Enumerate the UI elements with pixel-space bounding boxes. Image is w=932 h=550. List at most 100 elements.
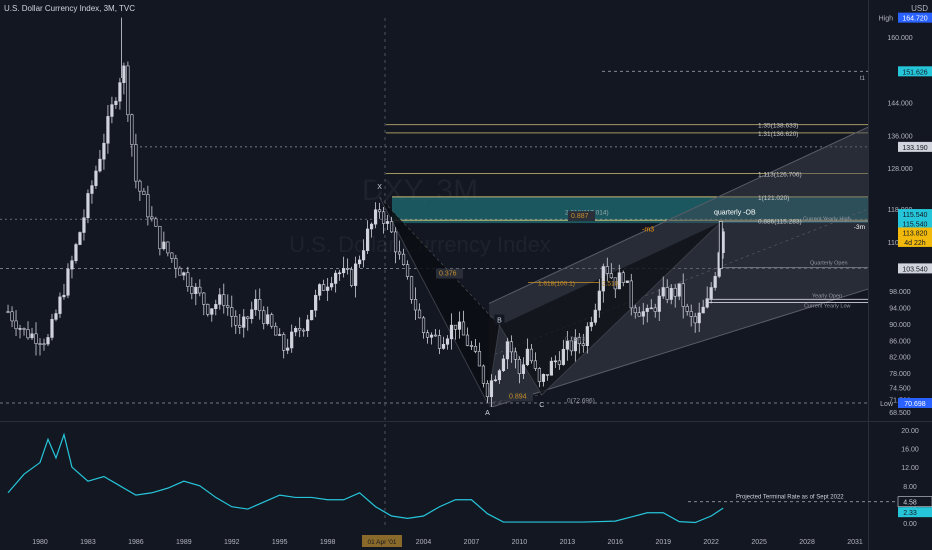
candle-body [433,334,438,337]
candle-body [118,82,122,102]
candle-body [66,268,70,296]
candle-body [158,225,162,250]
price-tick-label: 128.000 [887,166,912,173]
candle-body [106,116,110,144]
pattern-point-b: B [497,318,502,325]
candle-body [401,253,406,265]
candle [50,313,54,341]
time-tick-label: 2013 [560,539,576,546]
time-tick-label: 1995 [272,539,288,546]
candle [385,215,390,230]
candle-body [350,269,354,286]
candle-body [250,309,254,320]
candle-body [461,321,466,336]
candle-body [653,307,657,312]
candle [190,277,194,300]
candle-body [681,283,685,307]
candle-body [501,358,506,372]
candle-body [42,343,46,346]
candle-body [449,324,454,340]
time-tick-label: 1992 [224,539,240,546]
candle-body [669,287,673,300]
candle-body [150,216,154,220]
candle-body [589,322,593,327]
candle [62,283,66,300]
candle [74,242,78,264]
candle-body [529,348,533,362]
candle [130,113,134,157]
candle-body [278,334,282,336]
candle-body [30,333,34,339]
candle-body [597,290,601,311]
candle-body [365,228,370,251]
candle-body [373,209,378,225]
indicator-tick-label: 8.00 [903,484,917,491]
candle [154,216,158,227]
candle [194,283,198,306]
candle-body [86,193,90,219]
candle [409,275,414,304]
price-tick-label: 68.500 [889,410,911,417]
candle-body [22,328,26,330]
time-tick-label: 1986 [128,539,144,546]
candle [274,322,278,336]
current-tag: -3m [854,224,865,231]
candle [38,338,42,356]
candle [242,309,246,338]
candle-body [713,276,717,288]
candle-body [625,280,629,283]
ratio-badge-0887: 0.887 [571,213,589,220]
candle [405,260,410,280]
price-tick-label: 98.000 [889,289,911,296]
harmonic-xab [379,197,500,403]
price-tick-label: 90.000 [889,322,911,329]
candle-body [685,306,689,312]
candle-body [633,307,637,314]
candle [6,304,10,314]
candle [425,329,430,344]
candle [346,258,350,275]
candle-body [78,232,82,245]
candle-body [10,311,14,322]
candle [421,315,426,339]
candle-body [222,294,226,306]
zone-label: quarterly -OB [714,210,756,217]
time-tick-label: 2004 [416,539,432,546]
level-label: Current Yearly Low [804,304,850,310]
candle [330,276,334,291]
candle [234,310,238,334]
candle [342,256,346,278]
candle-body [270,314,274,327]
price-tag-value: 70.698 [904,401,926,408]
zone-tag: -m3 [642,226,654,233]
price-tag-value: 133.190 [902,145,927,152]
candle-body [246,316,250,320]
candle [94,165,98,189]
candle [90,180,94,204]
candle-body [609,273,613,279]
candle-body [413,299,418,311]
candle [22,327,26,336]
ratio-badge-0376: 0.376 [439,271,457,278]
candle [14,310,18,336]
candle-body [322,284,326,291]
candle-body [585,326,589,346]
candle-body [497,370,502,381]
candle [278,328,282,336]
candle-body [465,334,470,346]
fib-label: 2.518 [602,280,619,287]
candle [46,334,50,347]
candle [138,179,142,201]
candle [282,332,286,359]
currency-label: USD [911,4,928,13]
candle-body [330,283,334,288]
candle [98,150,102,173]
candle-body [110,104,114,117]
candle-body [605,266,609,274]
candle-body [649,307,653,310]
candle [86,189,90,224]
chart-canvas[interactable]: DXY, 3MU.S. Dollar Currency Index1.35(13… [0,0,932,550]
price-tag-value: 151.626 [902,69,927,76]
candle-body [254,298,258,310]
price-tick-label: 78.000 [889,371,911,378]
